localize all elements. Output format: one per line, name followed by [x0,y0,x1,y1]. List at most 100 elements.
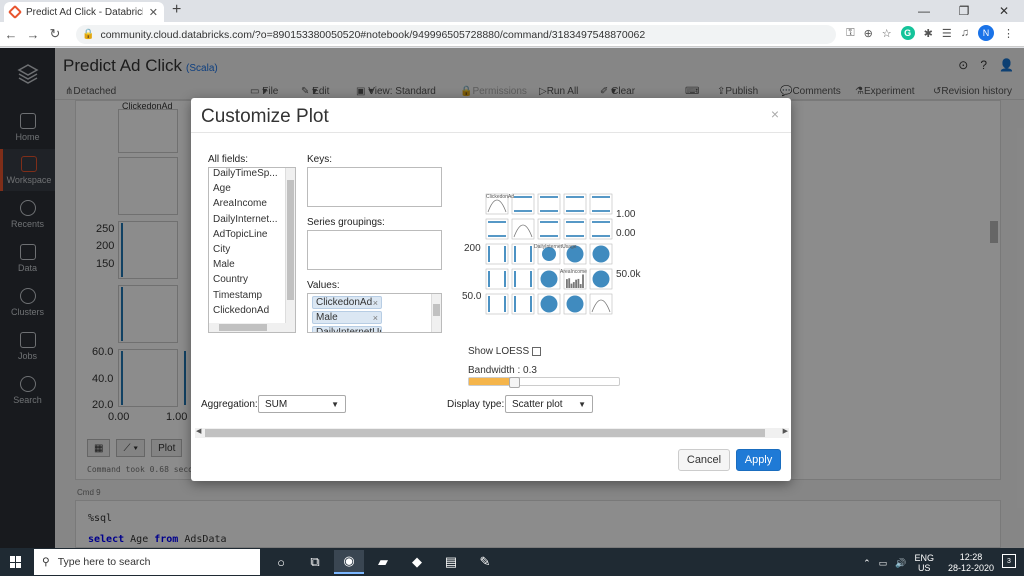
volume-icon[interactable]: 🔊 [895,558,906,569]
show-loess-checkbox[interactable] [532,347,542,356]
remove-chip-icon[interactable]: × [373,298,378,308]
taskbar-clock[interactable]: 12:28 28-12-2020 [948,552,994,574]
browser-extensions: ⚿ ⊕ ☆ G ✱ ☰ ♫ N ⋮ [846,25,1014,41]
preview-scatter-blob [566,295,584,313]
language-indicator[interactable]: ENG US [914,553,934,573]
show-loess-label: Show LOESS [468,346,530,357]
close-icon[interactable]: × [771,106,779,122]
remove-chip-icon[interactable]: × [373,313,378,323]
keys-dropzone[interactable] [307,167,442,207]
back-icon[interactable]: ← [0,27,22,42]
preview-cell [589,293,613,315]
task-view-icon[interactable]: ⧉ [300,550,330,574]
field-list-item[interactable]: Country [209,274,285,289]
field-list-item[interactable]: Male [209,259,285,274]
taskbar-search-input[interactable]: ⚲ Type here to search [34,549,260,575]
close-tab-icon[interactable]: ✕ [149,6,158,19]
value-chip[interactable]: Male × [312,311,382,324]
chrome-icon[interactable]: ◉ [334,550,364,574]
preview-variable-label: DailyInternetUsage [534,244,577,250]
close-window-icon[interactable]: ✕ [984,0,1024,22]
fields-vscrollbar[interactable] [285,168,295,332]
lang-bottom: US [917,563,931,573]
forward-icon[interactable]: → [22,27,44,42]
preview-variable-label: ClickedonAd [486,194,514,200]
minimize-icon[interactable]: — [904,0,944,22]
databricks-favicon-icon [7,4,23,20]
field-list-item[interactable]: DailyTimeSp... [209,168,285,183]
file-explorer-icon[interactable]: ▰ [368,550,398,574]
keys-label: Keys: [307,154,333,165]
bookmark-star-icon[interactable]: ☆ [882,27,892,40]
notepad-icon[interactable]: ▤ [436,550,466,574]
field-list-item[interactable]: Timestamp [209,290,285,305]
scatter-matrix-preview: ClickedonAd DailyInternetUsage AreaIncome [485,193,613,315]
url-text: community.cloud.databricks.com/?o=890153… [100,28,646,41]
clock-date: 28-12-2020 [947,563,994,573]
preview-axis-label: 1.00 [616,209,636,220]
new-tab-button[interactable]: + [172,1,181,19]
bandwidth-slider-handle[interactable] [508,377,520,388]
windows-taskbar: ⚲ Type here to search ○ ⧉ ◉ ▰ ◆ ▤ ✎ ⌃ ▭ … [0,548,1024,576]
value-chip-label: ClickedonAd [316,297,373,308]
preview-scatter-blob [592,270,610,288]
scroll-right-icon[interactable]: ▶ [783,427,788,435]
fields-hscrollbar[interactable] [209,323,295,332]
values-vscrollbar[interactable] [431,294,441,332]
chevron-down-icon: ▼ [578,399,586,409]
value-chip-label: Male [316,312,338,323]
preview-histogram-bar [572,282,575,288]
browser-tab[interactable]: Predict Ad Click - Databricks Com ✕ [4,2,164,22]
preview-histogram-bar [570,283,573,288]
bandwidth-slider[interactable] [468,377,620,388]
series-groupings-dropzone[interactable] [307,230,442,270]
url-input[interactable]: 🔒 community.cloud.databricks.com/?o=8901… [76,25,836,44]
dialog-hscroll-thumb[interactable] [205,429,765,437]
preview-histogram-bar [568,278,571,288]
field-list-item[interactable]: AdTopicLine [209,229,285,244]
scroll-left-icon[interactable]: ◀ [196,427,201,435]
reload-icon[interactable]: ↻ [44,26,66,42]
dialog-hscrollbar[interactable]: ◀ ▶ [195,428,789,438]
clock-time: 12:28 [959,552,983,562]
reading-list-icon[interactable]: ☰ [942,27,952,40]
notifications-icon[interactable]: 3 [1002,554,1016,568]
cancel-button[interactable]: Cancel [678,449,730,471]
field-list-item[interactable]: ClickedonAd [209,305,285,320]
apply-button[interactable]: Apply [736,449,781,471]
tab-title: Predict Ad Click - Databricks Com [26,6,143,18]
profile-avatar[interactable]: N [978,25,994,41]
system-tray: ⌃ ▭ 🔊 ENG US 12:28 28-12-2020 [863,552,994,574]
cortana-icon[interactable]: ○ [266,550,296,574]
network-icon[interactable]: ▭ [879,558,888,569]
preview-scatter-blob [540,295,558,313]
preview-cell [511,218,535,240]
values-label: Values: [307,280,340,291]
tray-up-icon[interactable]: ⌃ [863,558,871,569]
app-icon[interactable]: ◆ [402,550,432,574]
preview-scatter-blob [540,270,558,288]
field-list-item[interactable]: Age [209,183,285,198]
aggregation-select[interactable]: SUM ▼ [258,395,346,413]
all-fields-list[interactable]: DailyTimeSp... Age AreaIncome DailyInternet… [208,167,296,333]
media-icon[interactable]: ♫ [961,27,969,39]
field-list-item[interactable]: City [209,244,285,259]
field-list-item[interactable]: DailyInternet... [209,214,285,229]
values-dropzone[interactable]: ClickedonAd×Male×DailyInternetUs× [307,293,442,333]
restore-icon[interactable]: ❐ [944,0,984,22]
preview-histogram-bar [582,274,584,288]
display-type-value: Scatter plot [512,398,563,410]
browser-menu-icon[interactable]: ⋮ [1003,27,1014,40]
extensions-puzzle-icon[interactable]: ✱ [924,27,933,40]
aggregation-value: SUM [265,398,288,410]
paint-icon[interactable]: ✎ [470,550,500,574]
grammarly-icon[interactable]: G [900,26,915,40]
key-icon[interactable]: ⚿ [846,27,854,40]
zoom-icon[interactable]: ⊕ [864,27,873,40]
field-list-item[interactable]: AreaIncome [209,198,285,213]
value-chip[interactable]: DailyInternetUs× [312,326,382,333]
windows-start-icon[interactable] [10,556,22,568]
value-chip[interactable]: ClickedonAd × [312,296,382,309]
value-chip-label: DailyInternetUs [316,327,382,333]
display-type-select[interactable]: Scatter plot ▼ [505,395,593,413]
